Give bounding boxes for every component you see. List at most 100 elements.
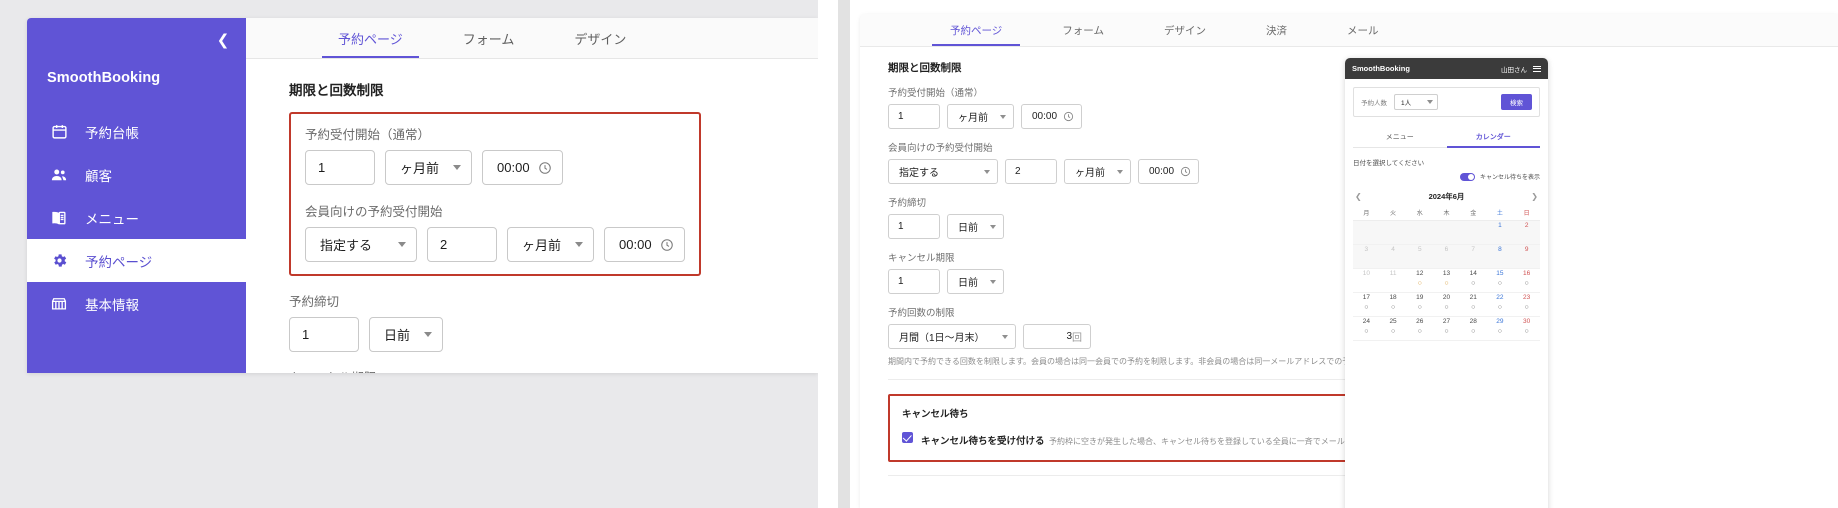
calendar-day-cell[interactable]: 13 ○ (1433, 269, 1460, 293)
count-limit-count-input[interactable]: 3 回 (1023, 324, 1091, 349)
chevron-down-icon (1117, 169, 1123, 174)
phone-search-button[interactable]: 検索 (1501, 94, 1532, 110)
phone-tab-calendar[interactable]: カレンダー (1446, 127, 1541, 148)
phone-guests-select[interactable]: 1人 (1394, 94, 1438, 110)
calendar-day-cell[interactable]: 19 ○ (1406, 293, 1434, 317)
input-value: 1 (898, 221, 904, 232)
calendar-day-cell[interactable]: 21 ○ (1459, 293, 1487, 317)
tab-yoyaku-page[interactable]: 予約ページ (920, 14, 1032, 46)
deadline-unit-select[interactable]: 日前 (947, 214, 1004, 239)
calendar-day-cell[interactable]: 20 ○ (1433, 293, 1460, 317)
gear-icon (49, 251, 69, 271)
calendar-day-number: 24 (1362, 318, 1370, 325)
phone-tab-menu[interactable]: メニュー (1353, 127, 1447, 147)
deadline-amount-input[interactable]: 1 (888, 214, 940, 239)
calendar-day-cell[interactable]: 23 ○ (1513, 293, 1540, 317)
normal-start-unit-select[interactable]: ヶ月前 (947, 104, 1014, 129)
tab-design[interactable]: デザイン (544, 18, 656, 58)
tab-form[interactable]: フォーム (433, 18, 545, 58)
calendar-availability-icon: ○ (1444, 327, 1449, 335)
screenshot-stage: ❮ SmoothBooking 予約台帳 顧客 メニュー 予約ページ 基本情報 … (0, 0, 1838, 508)
deadline-amount-input[interactable]: 1 (289, 317, 359, 352)
member-start-unit-select[interactable]: ヶ月前 (507, 227, 595, 262)
member-start-time-input[interactable]: 00:00 (604, 227, 685, 262)
calendar-day-cell[interactable]: 25 ○ (1379, 317, 1407, 341)
chevron-down-icon (398, 242, 406, 247)
calendar-day-number: 17 (1362, 294, 1370, 301)
calendar-day-number: 16 (1523, 270, 1531, 277)
calendar-availability-icon: ○ (1444, 279, 1449, 287)
phone-waitlist-toggle[interactable] (1459, 172, 1475, 181)
tab-design[interactable]: デザイン (1134, 14, 1236, 46)
calendar-day-cell[interactable]: 18 ○ (1379, 293, 1407, 317)
calendar-day-cell[interactable]: 17 ○ (1353, 293, 1380, 317)
normal-start-unit-select[interactable]: ヶ月前 (385, 150, 473, 185)
calendar-day-cell[interactable]: 26 ○ (1406, 317, 1434, 341)
tab-yoyaku-page[interactable]: 予約ページ (308, 18, 433, 58)
hamburger-icon[interactable] (1533, 65, 1541, 72)
select-value: 月間（1日〜月末） (899, 333, 985, 344)
cancel-limit-unit-select[interactable]: 日前 (947, 269, 1004, 294)
waitlist-checkbox[interactable] (902, 432, 913, 443)
tab-mail[interactable]: メール (1317, 14, 1409, 46)
chevron-down-icon (984, 169, 990, 174)
member-start-amount-input[interactable]: 2 (427, 227, 497, 262)
field-cancel-limit: キャンセル期限 1 日前 (289, 367, 818, 373)
calendar-day-cell[interactable]: 27 ○ (1433, 317, 1460, 341)
calendar-day-cell[interactable]: 28 ○ (1459, 317, 1487, 341)
clock-icon (538, 161, 552, 175)
chevron-down-icon (1000, 114, 1006, 119)
sidebar-item-kokyaku[interactable]: 顧客 (27, 153, 246, 196)
normal-start-time-input[interactable]: 00:00 (482, 150, 563, 185)
normal-start-amount-input[interactable]: 1 (888, 104, 940, 129)
input-value: 00:00 (1149, 166, 1175, 177)
chevron-down-icon (990, 224, 996, 229)
calendar-day-cell[interactable]: 16 ○ (1513, 269, 1540, 293)
calendar-day-cell[interactable]: 24 ○ (1353, 317, 1380, 341)
calendar-day-cell (1406, 221, 1434, 245)
sidebar-item-kihon-joho[interactable]: 基本情報 (27, 282, 246, 325)
sidebar-item-yoyaku-page[interactable]: 予約ページ (27, 239, 246, 282)
calendar-day-cell[interactable]: 22 ○ (1486, 293, 1514, 317)
phone-search-label: 予約人数 (1361, 100, 1387, 107)
sidebar-collapse-button[interactable]: ❮ (212, 29, 234, 51)
field-label: 予約締切 (289, 295, 340, 309)
field-controls: 1 ヶ月前 00:00 (305, 150, 685, 185)
member-start-amount-input[interactable]: 2 (1005, 159, 1057, 184)
phone-waitlist-toggle-row[interactable]: キャンセル待ちを表示 (1353, 172, 1540, 181)
chevron-down-icon (990, 279, 996, 284)
calendar-day-number: 26 (1416, 318, 1424, 325)
deadline-unit-select[interactable]: 日前 (369, 317, 444, 352)
member-start-unit-select[interactable]: ヶ月前 (1064, 159, 1131, 184)
right-tabbar: 予約ページ フォーム デザイン 決済 メール (860, 14, 1838, 47)
cancel-limit-amount-input[interactable]: 1 (888, 269, 940, 294)
tab-payment[interactable]: 決済 (1236, 14, 1317, 46)
calendar-day-cell[interactable]: 12 ○ (1406, 269, 1434, 293)
count-limit-period-select[interactable]: 月間（1日〜月末） (888, 324, 1016, 349)
calendar-day-cell[interactable]: 14 ○ (1459, 269, 1487, 293)
calendar-day-cell: 1 (1486, 221, 1514, 245)
calendar-icon (49, 122, 69, 142)
sidebar-item-menu[interactable]: メニュー (27, 196, 246, 239)
normal-start-time-input[interactable]: 00:00 (1021, 104, 1083, 129)
input-value: 1 (302, 327, 310, 342)
calendar-day-cell[interactable]: 30 ○ (1513, 317, 1540, 341)
chevron-right-icon[interactable]: ❯ (1531, 192, 1538, 201)
input-value: 00:00 (1032, 111, 1058, 122)
chevron-left-icon[interactable]: ❮ (1355, 192, 1362, 201)
calendar-day-cell[interactable]: 15 ○ (1486, 269, 1514, 293)
calendar-day-cell[interactable]: 29 ○ (1486, 317, 1514, 341)
select-value: ヶ月前 (1075, 168, 1105, 179)
tab-form[interactable]: フォーム (1032, 14, 1134, 46)
input-value: 2 (1015, 166, 1021, 177)
sidebar-item-yoyaku-daicho[interactable]: 予約台帳 (27, 110, 246, 153)
member-start-mode-select[interactable]: 指定する (305, 227, 417, 262)
member-start-time-input[interactable]: 00:00 (1138, 159, 1200, 184)
phone-user-label: 山田さん (1501, 66, 1527, 74)
sidebar-item-label: 予約台帳 (85, 125, 139, 141)
select-value: 日前 (958, 223, 978, 234)
normal-start-amount-input[interactable]: 1 (305, 150, 375, 185)
select-value: 指定する (320, 238, 373, 253)
member-start-mode-select[interactable]: 指定する (888, 159, 998, 184)
calendar-day-number: 27 (1442, 318, 1451, 325)
